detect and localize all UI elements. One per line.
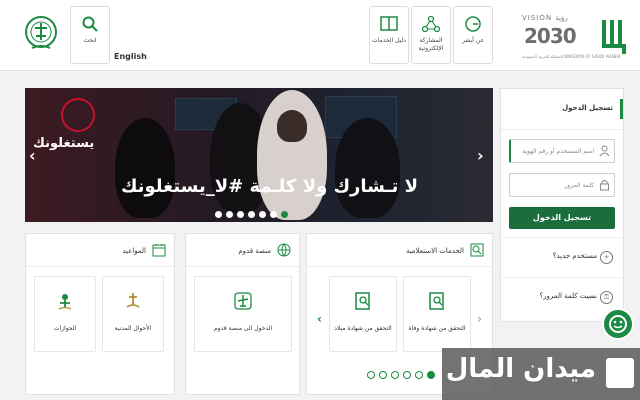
- card-prev-arrow[interactable]: ‹: [317, 312, 322, 326]
- page-dot[interactable]: [367, 371, 375, 379]
- carousel-dot[interactable]: [248, 211, 255, 218]
- nav-label: عن أبشر: [461, 37, 485, 44]
- service-tile[interactable]: التحقق من شهادة ميلاد: [329, 276, 397, 352]
- vision-year: 2030: [524, 24, 577, 48]
- network-icon: [421, 15, 441, 33]
- carousel-next-arrow[interactable]: ›: [477, 146, 484, 165]
- book-icon: [380, 16, 398, 31]
- tile-label: الأحوال المدنية: [114, 325, 152, 332]
- banner-slogan: لا تـشارك ولا كلـمة #لا_يستغلونك: [121, 176, 419, 197]
- carousel-dot[interactable]: [215, 211, 222, 218]
- document-search-icon: [429, 292, 444, 310]
- money-icon: [606, 358, 634, 388]
- page-dot[interactable]: [403, 371, 411, 379]
- banner-figure: [335, 118, 400, 218]
- password-placeholder: كلمة المرور: [564, 182, 594, 189]
- login-submit-button[interactable]: تسجيل الدخول: [509, 207, 615, 229]
- login-title: تسجيل الدخول: [562, 104, 613, 112]
- service-tile[interactable]: التحقق من شهادة وفاة: [403, 276, 471, 352]
- new-user-link[interactable]: مستخدم جديد؟ +: [501, 237, 623, 278]
- carousel-dot[interactable]: [226, 211, 233, 218]
- appointments-card: المواعيد الأحوال المدنية الجوازات: [25, 233, 175, 395]
- password-field[interactable]: كلمة المرور: [509, 173, 615, 197]
- watermark-overlay: ميدان المال: [442, 348, 640, 400]
- globe-icon: [277, 243, 291, 257]
- nav-label: دليل الخدمات: [372, 37, 406, 44]
- nav-label: المشاركة الإلكترونية: [418, 37, 444, 52]
- inquiry-icon: [470, 243, 484, 257]
- watermark-text: ميدان المال: [445, 354, 596, 384]
- card-title: منصة قدوم: [238, 247, 271, 255]
- add-user-icon: +: [600, 251, 613, 264]
- service-tile[interactable]: الدخول الى منصة قدوم: [194, 276, 292, 352]
- new-user-text: مستخدم جديد؟: [552, 252, 597, 260]
- key-icon: ⚿: [600, 291, 613, 304]
- card-next-arrow[interactable]: ›: [477, 312, 482, 326]
- search-label: ابحث: [83, 37, 97, 44]
- language-switch-link[interactable]: English: [114, 52, 147, 61]
- appointment-tile[interactable]: الأحوال المدنية: [102, 276, 164, 352]
- card-title: الخدمات الاستعلامية: [405, 247, 464, 255]
- username-field[interactable]: اسم المستخدم أو رقم الهوية: [509, 139, 615, 163]
- forgot-password-text: نسيت كلمة المرور؟: [539, 292, 597, 300]
- card-header: الخدمات الاستعلامية: [307, 234, 492, 267]
- arrival-platform-card: منصة قدوم الدخول الى منصة قدوم: [185, 233, 300, 395]
- page-dot[interactable]: [379, 371, 387, 379]
- tile-label: التحقق من شهادة ميلاد: [334, 325, 392, 332]
- campaign-logo-icon: [61, 98, 95, 132]
- nav-about-absher[interactable]: عن أبشر: [453, 6, 493, 64]
- airplane-icon: [234, 292, 252, 310]
- page-dot[interactable]: [391, 371, 399, 379]
- accent-bar: [620, 99, 623, 119]
- user-icon: [599, 145, 610, 157]
- card-header: منصة قدوم: [186, 234, 299, 267]
- top-header: ابحث English دليل الخدمات المشاركة الإلك…: [0, 0, 640, 71]
- search-button[interactable]: ابحث: [70, 6, 110, 64]
- username-placeholder: اسم المستخدم أو رقم الهوية: [522, 148, 594, 155]
- document-search-icon: [355, 292, 370, 310]
- chatbot-face-icon: [609, 315, 627, 333]
- banner-face: [277, 110, 307, 142]
- banner-figure: [115, 118, 175, 218]
- carousel-dot[interactable]: [237, 211, 244, 218]
- card-header: المواعيد: [26, 234, 174, 267]
- campaign-brand: يستغلونك: [33, 136, 95, 151]
- carousel-dot-active[interactable]: [281, 211, 288, 218]
- login-panel: تسجيل الدخول اسم المستخدم أو رقم الهوية …: [500, 88, 624, 322]
- page-dot[interactable]: [415, 371, 423, 379]
- carousel-dot[interactable]: [270, 211, 277, 218]
- vision-2030-absher-logo[interactable]: VISION رؤية 2030 المملكة العربية السعودي…: [522, 10, 632, 62]
- ministry-emblem-logo[interactable]: [24, 14, 58, 58]
- vision-word: VISION رؤية: [522, 14, 568, 22]
- calendar-icon: [152, 244, 166, 257]
- login-header: تسجيل الدخول: [501, 89, 623, 130]
- tile-label: الدخول الى منصة قدوم: [213, 325, 273, 332]
- hero-banner-carousel[interactable]: يستغلونك لا تـشارك ولا كلـمة #لا_يستغلون…: [25, 88, 493, 222]
- carousel-prev-arrow[interactable]: ‹: [29, 146, 36, 165]
- appointment-tile[interactable]: الجوازات: [34, 276, 96, 352]
- absher-g-icon: [465, 16, 481, 32]
- card-page-indicators: [367, 364, 439, 383]
- absher-logo-icon: [602, 20, 626, 54]
- card-title: المواعيد: [122, 247, 146, 255]
- page-dot-active[interactable]: [427, 371, 435, 379]
- tile-label: الجوازات: [53, 325, 77, 332]
- nav-services-guide[interactable]: دليل الخدمات: [369, 6, 409, 64]
- chat-assistant-button[interactable]: [602, 308, 634, 340]
- lock-icon: [600, 180, 609, 191]
- carousel-indicators: [215, 203, 292, 222]
- civil-affairs-icon: [126, 293, 140, 308]
- carousel-dot[interactable]: [259, 211, 266, 218]
- search-icon: [82, 16, 98, 32]
- tile-label: التحقق من شهادة وفاة: [408, 325, 466, 332]
- passports-icon: [58, 294, 72, 310]
- nav-e-participation[interactable]: المشاركة الإلكترونية: [411, 6, 451, 64]
